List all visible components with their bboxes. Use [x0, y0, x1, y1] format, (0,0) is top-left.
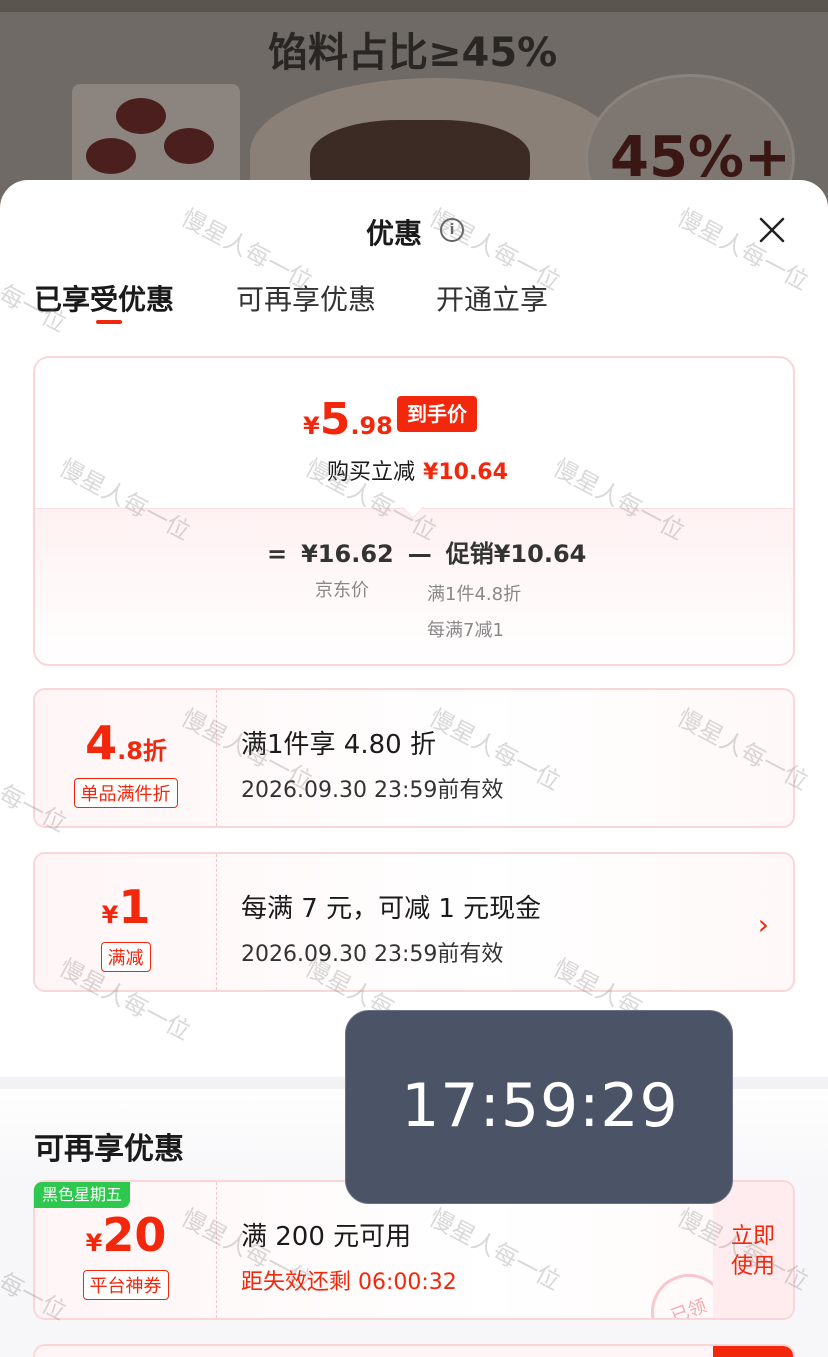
- use-now-label-2: 使用: [730, 1254, 775, 1279]
- price-integer: 5: [319, 394, 351, 445]
- date-shape: [86, 138, 136, 174]
- coupon-value-panel: 4.8折 单品满件折: [35, 690, 217, 826]
- section-title-more: 可再享优惠: [34, 1132, 184, 1167]
- price-summary-card: ¥5.98 到手价 购买立减 ¥10.64 = ¥16.62 — 促销¥10.64 京东…: [33, 356, 795, 666]
- coupon-card-reduction[interactable]: ¥1 满减 每满 7 元，可减 1 元现金 2026.09.30 23:59前有…: [33, 852, 795, 992]
- discount-label: 购买立减: [327, 460, 416, 485]
- coupon-card-partial[interactable]: [33, 1344, 795, 1357]
- minus-sign: —: [407, 540, 432, 568]
- info-icon[interactable]: i: [440, 218, 464, 242]
- promo-detail-2: 每满7减1: [427, 620, 504, 641]
- price-decimal: .98: [350, 412, 393, 440]
- coupon-title: 每满 7 元，可减 1 元现金: [241, 894, 542, 924]
- coupon-title: 满 200 元可用: [241, 1222, 412, 1252]
- tab-bar: 已享受优惠 可再享优惠 开通立享: [34, 278, 794, 328]
- coupon-card-discount[interactable]: 4.8折 单品满件折 满1件享 4.80 折 2026.09.30 23:59前…: [33, 688, 795, 828]
- use-now-button[interactable]: 立即 使用: [713, 1182, 793, 1318]
- jd-price: ¥16.62: [301, 540, 394, 568]
- promo-amount: 促销¥10.64: [445, 540, 587, 568]
- banner-strip: [0, 0, 828, 12]
- chevron-right-icon[interactable]: ›: [758, 908, 769, 941]
- tab-active-indicator: [96, 320, 122, 324]
- coupon-value-main: 4: [85, 716, 118, 770]
- final-price: ¥5.98: [303, 394, 393, 445]
- clock-time: 17:59:29: [401, 1071, 679, 1141]
- coupon-value: ¥20: [35, 1208, 217, 1262]
- tab-activate[interactable]: 开通立享: [436, 278, 548, 318]
- coupon-type-badge: 满减: [100, 942, 151, 972]
- price-formula: = ¥16.62 — 促销¥10.64: [267, 534, 600, 569]
- banner-headline: 馅料占比≥45%: [268, 30, 558, 76]
- coupon-countdown: 距失效还剩 06:00:32: [241, 1270, 457, 1295]
- promo-detail-1: 满1件4.8折: [427, 584, 522, 605]
- currency-symbol: ¥: [303, 412, 320, 440]
- coupon-type-badge: 单品满件折: [73, 778, 178, 808]
- black-friday-tag: 黑色星期五: [34, 1182, 131, 1208]
- close-icon[interactable]: [752, 210, 792, 250]
- final-price-tag: 到手价: [397, 396, 477, 432]
- discount-value: ¥10.64: [423, 460, 508, 485]
- coupon-value-panel: ¥1 满减: [35, 854, 217, 990]
- coupon-currency: ¥: [85, 1229, 103, 1257]
- coupon-value-main: 20: [102, 1208, 167, 1262]
- price-breakdown: [35, 508, 793, 664]
- date-shape: [116, 98, 166, 134]
- coupon-action-button[interactable]: [713, 1346, 793, 1357]
- coupon-expiry: 2026.09.30 23:59前有效: [241, 778, 504, 803]
- coupon-type-badge: 平台神券: [82, 1270, 169, 1300]
- coupon-value: 4.8折: [35, 716, 217, 770]
- coupon-currency: ¥: [101, 901, 119, 929]
- clock-overlay: 17:59:29: [345, 1010, 733, 1204]
- date-shape: [164, 128, 214, 164]
- equals-sign: =: [267, 540, 288, 568]
- instant-discount: 购买立减 ¥10.64: [327, 454, 508, 486]
- coupon-expiry: 2026.09.30 23:59前有效: [241, 942, 504, 967]
- tab-more[interactable]: 可再享优惠: [236, 278, 376, 318]
- coupon-value-suffix: .8折: [117, 737, 167, 765]
- jd-price-label: 京东价: [315, 580, 369, 601]
- coupon-title: 满1件享 4.80 折: [241, 730, 436, 760]
- coupon-value-main: 1: [118, 880, 151, 934]
- tab-enjoyed[interactable]: 已享受优惠: [34, 278, 174, 318]
- coupon-value: ¥1: [35, 880, 217, 934]
- sheet-title: 优惠: [366, 217, 423, 250]
- use-now-label-1: 立即: [730, 1224, 775, 1249]
- dates-image: [72, 84, 240, 194]
